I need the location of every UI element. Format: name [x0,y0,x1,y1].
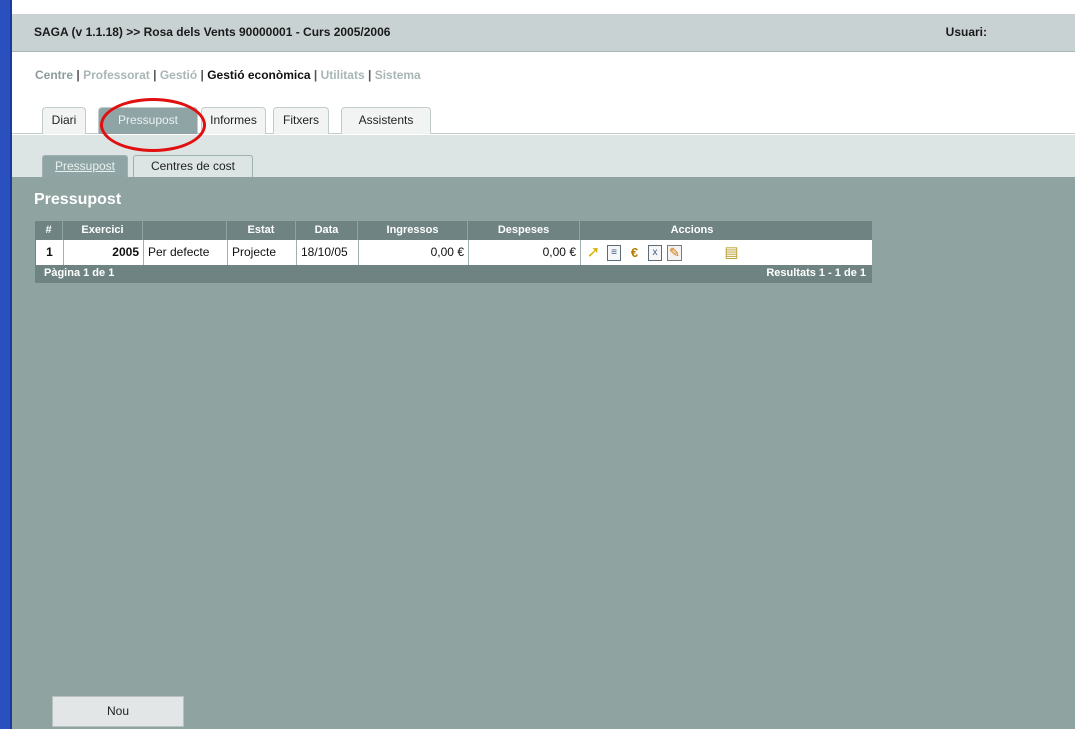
nav-item-gestio[interactable]: Gestió [160,68,197,82]
nav-separator: | [367,68,372,82]
nav-item-sistema[interactable]: Sistema [375,68,421,82]
cell-actions: ➚ ≡ € x ✎ ▤ [581,240,805,265]
tab-assistents[interactable]: Assistents [341,107,431,134]
edit-pencil-icon[interactable]: ✎ [667,244,682,261]
nav-item-centre[interactable]: Centre [35,68,73,82]
table-footer: Pàgina 1 de 1 Resultats 1 - 1 de 1 [35,265,872,283]
window-border [0,0,12,729]
printer-icon[interactable]: ▤ [723,244,740,261]
results-indicator: Resultats 1 - 1 de 1 [766,267,866,279]
column-header: Data [296,221,358,240]
nav-item-utilitats[interactable]: Utilitats [321,68,365,82]
cell-number: 1 [36,240,64,265]
app-title: SAGA (v 1.1.18) >> Rosa dels Vents 90000… [34,25,391,39]
select-arrow-icon[interactable]: ➚ [585,244,602,261]
user-label: Usuari: [945,25,987,39]
nav-separator: | [313,68,318,82]
subtab-centres-de-cost[interactable]: Centres de cost [133,155,253,177]
euro-icon[interactable]: € [626,244,643,261]
column-header: # [35,221,63,240]
app-window: SAGA (v 1.1.18) >> Rosa dels Vents 90000… [12,0,1075,729]
page-indicator: Pàgina 1 de 1 [44,267,115,279]
nav-item-professorat[interactable]: Professorat [83,68,150,82]
tab-pressupost[interactable]: Pressupost [98,107,198,134]
column-header: Accions [670,224,714,236]
cell-estat: Projecte [228,240,297,265]
column-header [143,221,227,240]
column-header: Ingressos [358,221,468,240]
tab-diari[interactable]: Diari [42,107,86,134]
title-bar: SAGA (v 1.1.18) >> Rosa dels Vents 90000… [12,14,1075,52]
tab-bar: Diari Pressupost Informes Fitxers Assist… [12,107,1075,134]
cell-despeses: 0,00 € [469,240,581,265]
table-row[interactable]: 1 2005 Per defecte Projecte 18/10/05 0,0… [35,240,872,265]
column-header: Estat [227,221,296,240]
page-title: Pressupost [34,191,122,208]
document-icon[interactable]: ≡ [607,244,621,261]
nav-separator: | [153,68,157,82]
new-button[interactable]: Nou [52,696,184,727]
subtab-bar: Pressupost Centres de cost [12,135,1075,177]
column-header: Despeses [468,221,580,240]
table-header: # Exercici Estat Data Ingressos Despeses… [35,221,872,240]
main-nav: Centre | Professorat | Gestió | Gestió e… [35,68,421,82]
cell-descripcio: Per defecte [144,240,228,265]
budget-table: # Exercici Estat Data Ingressos Despeses… [35,221,872,283]
cell-ingressos: 0,00 € [359,240,469,265]
excel-icon[interactable]: x [648,244,662,261]
nav-item-gestio-economica[interactable]: Gestió econòmica [207,68,310,82]
nav-separator: | [76,68,80,82]
tab-fitxers[interactable]: Fitxers [273,107,329,134]
tab-informes[interactable]: Informes [201,107,266,134]
column-header: Exercici [63,221,143,240]
content-area: Pressupost # Exercici Estat Data Ingress… [12,177,1075,729]
nav-separator: | [200,68,204,82]
cell-data: 18/10/05 [297,240,359,265]
cell-exercici: 2005 [64,240,144,265]
subtab-pressupost[interactable]: Pressupost [42,155,128,177]
